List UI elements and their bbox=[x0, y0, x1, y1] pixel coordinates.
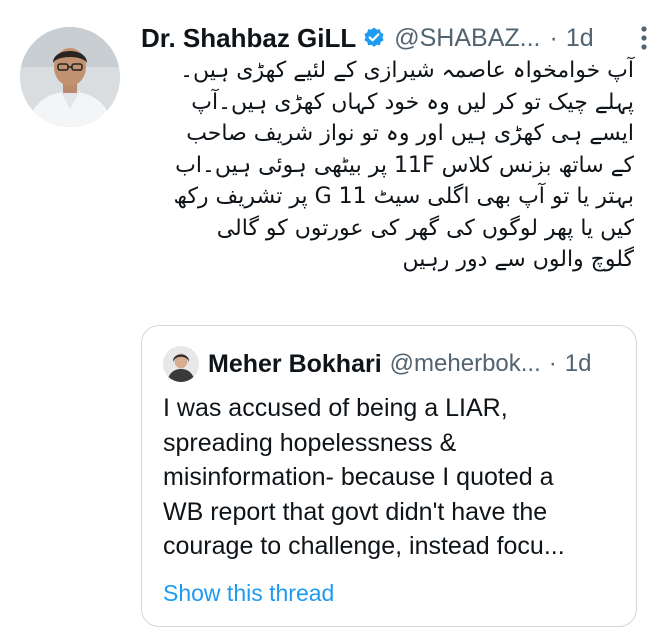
quoted-author-display-name[interactable]: Meher Bokhari bbox=[208, 350, 382, 379]
tweet-text-line: کیں یا پھر لوگوں کی گھر کی عورتوں کو گال… bbox=[216, 215, 634, 241]
tweet-text-line: کے ساتھ بزنس کلاس 11F پر بیٹھی ہوئی ہیں۔… bbox=[175, 152, 634, 178]
tweet-text: آپ خوامخواہ عاصمہ شیرازی کے لئیے کھڑی ہی… bbox=[142, 55, 634, 276]
quoted-tweet-card[interactable]: Meher Bokhari @meherbok... · 1d I was ac… bbox=[141, 325, 637, 627]
tweet-timestamp[interactable]: 1d bbox=[566, 24, 594, 53]
quoted-text-line: WB report that govt didn't have the bbox=[163, 497, 548, 526]
avatar-photo-icon bbox=[163, 346, 199, 382]
quoted-author-avatar[interactable] bbox=[163, 346, 199, 382]
verified-badge-icon bbox=[362, 26, 386, 50]
separator-dot: · bbox=[548, 350, 557, 377]
tweet-text-line: پہلے چیک تو کر لیں وہ خود کہاں کھڑی ہیں۔… bbox=[191, 89, 634, 115]
quoted-author-handle[interactable]: @meherbok... bbox=[390, 350, 541, 378]
tweet-card[interactable]: Dr. Shahbaz GiLL @SHABAZ... · 1d آپ خوام… bbox=[0, 0, 661, 637]
vertical-ellipsis-icon[interactable] bbox=[639, 25, 649, 51]
tweet-header: Dr. Shahbaz GiLL @SHABAZ... · 1d bbox=[141, 18, 641, 58]
quoted-text-line: misinformation- because I quoted a bbox=[163, 463, 554, 491]
author-display-name[interactable]: Dr. Shahbaz GiLL bbox=[141, 23, 356, 54]
quoted-tweet-text: I was accused of being a LIAR, spreading… bbox=[163, 391, 633, 564]
quoted-tweet-timestamp[interactable]: 1d bbox=[565, 350, 592, 378]
tweet-text-line: گلوچ والوں سے دور رہیں bbox=[402, 247, 634, 272]
tweet-text-line: ایسے ہی کھڑی ہیں اور وہ تو نواز شریف صاح… bbox=[186, 121, 634, 146]
quoted-text-line: I was accused of being a LIAR, bbox=[163, 394, 508, 422]
separator-dot: · bbox=[549, 23, 558, 52]
author-avatar[interactable] bbox=[20, 27, 120, 127]
quoted-text-line: courage to challenge, instead focu... bbox=[163, 532, 565, 560]
show-thread-link[interactable]: Show this thread bbox=[163, 580, 334, 607]
quoted-tweet-header: Meher Bokhari @meherbok... · 1d bbox=[163, 346, 622, 382]
quoted-text-line: spreading hopelessness & bbox=[163, 428, 457, 457]
tweet-text-line: بہتر یا تو آپ بھی اگلی سیٹ G 11 پر تشریف… bbox=[173, 184, 634, 209]
avatar-photo-icon bbox=[20, 27, 120, 127]
author-handle[interactable]: @SHABAZ... bbox=[394, 24, 540, 53]
tweet-text-line: آپ خوامخواہ عاصمہ شیرازی کے لئیے کھڑی ہی… bbox=[180, 58, 634, 83]
